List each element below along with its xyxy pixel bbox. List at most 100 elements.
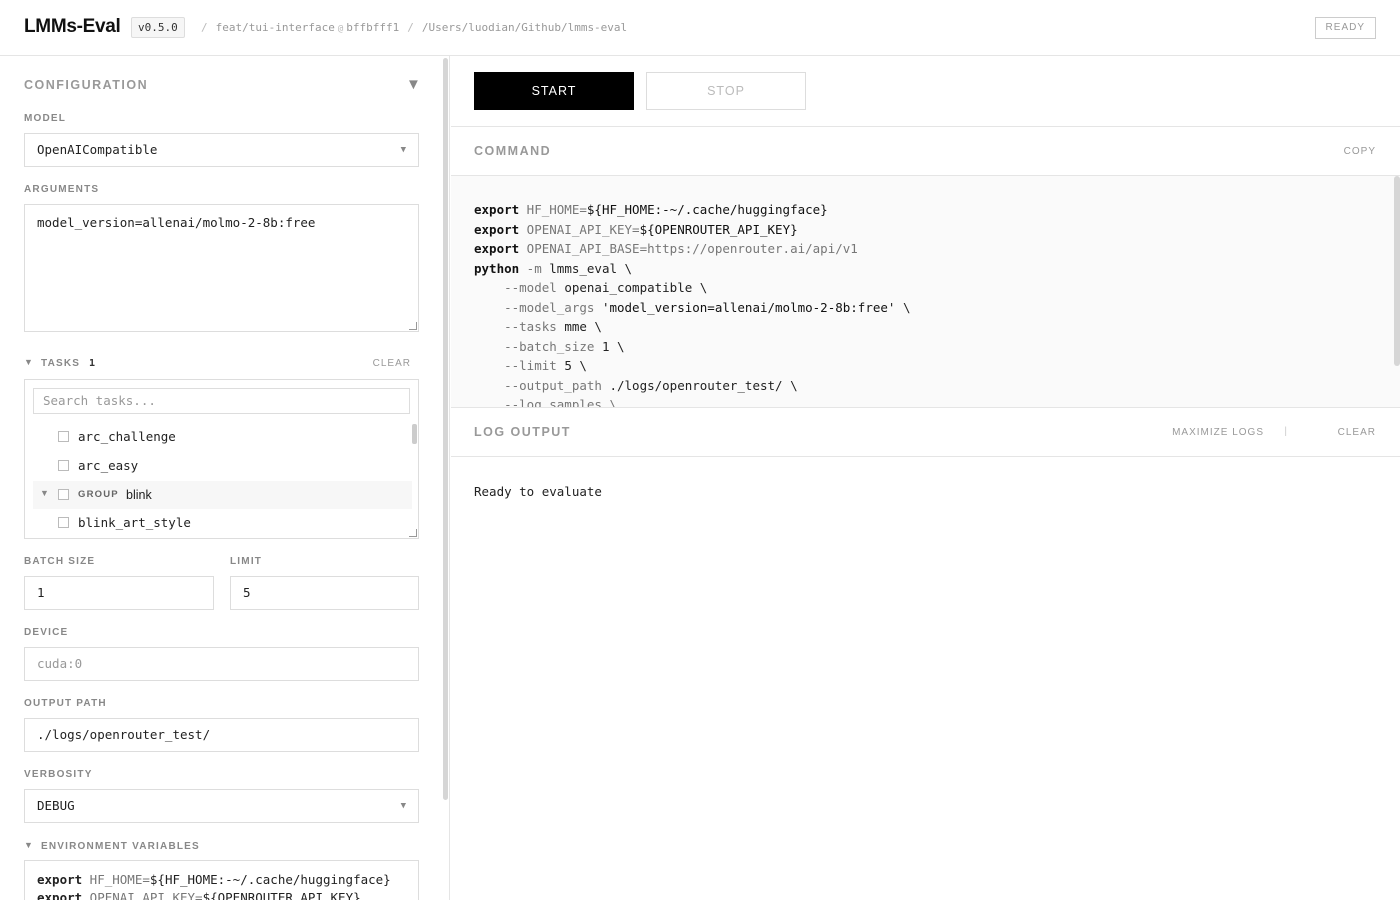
task-item[interactable]: arc_easy (33, 452, 412, 480)
code-text: --limit (474, 358, 565, 373)
commit-hash: bffbfff1 (346, 21, 400, 34)
code-text: HF_HOME= (519, 202, 587, 217)
code-value: ${HF_HOME:-~/.cache/huggingface} (586, 202, 828, 217)
env-collapse-icon[interactable]: ▼ (24, 840, 33, 850)
chevron-down-icon: ▼ (400, 145, 406, 155)
code-text: \ (895, 299, 911, 315)
code-text: --model (474, 280, 565, 295)
panel-scrollbar[interactable] (443, 58, 448, 800)
code-text: --batch_size (474, 338, 602, 354)
command-title: COMMAND (474, 144, 552, 158)
at-symbol: @ (337, 24, 344, 34)
resize-handle-icon[interactable] (409, 529, 417, 537)
divider (451, 126, 1400, 127)
group-expand-icon[interactable]: ▼ (40, 488, 49, 498)
log-output-text: Ready to evaluate (474, 484, 602, 499)
env-vars-textarea[interactable]: export HF_HOME=${HF_HOME:-~/.cache/huggi… (24, 860, 419, 900)
task-item[interactable]: blink_art_style (33, 509, 412, 537)
code-keyword: export (474, 221, 520, 237)
code-value: 5 \ (564, 358, 587, 373)
code-value: ./logs/openrouter_test/ \ (609, 377, 798, 393)
repo-path: /Users/luodian/Github/lmms-eval (421, 21, 628, 34)
task-name: arc_easy (78, 458, 139, 473)
device-input[interactable]: cuda:0 (24, 647, 419, 681)
main-panel: START STOP COMMAND COPY export HF_HOME=$… (451, 56, 1400, 900)
env-name: HF_HOME= (82, 872, 150, 887)
code-value: https://openrouter.ai/api/v1 (647, 241, 858, 256)
arguments-label: ARGUMENTS (24, 184, 100, 195)
code-text: --tasks (474, 319, 565, 334)
env-keyword: export (37, 872, 83, 887)
configuration-panel: CONFIGURATION ▼ MODEL OpenAICompatible ▼… (0, 56, 450, 900)
task-name: arc_challenge (78, 429, 176, 444)
env-value: ${OPENROUTER_API_KEY} (202, 890, 361, 900)
verbosity-select-value: DEBUG (37, 798, 75, 813)
breadcrumb: / feat/tui-interface @ bffbfff1 / /Users/luod… (193, 21, 627, 34)
code-value: 'model_version=allenai/molmo-2-8b:free' (601, 299, 896, 315)
code-value: ${OPENROUTER_API_KEY} (639, 221, 798, 237)
command-scrollbar[interactable] (1394, 176, 1400, 366)
tasks-collapse-icon[interactable]: ▼ (24, 357, 33, 367)
limit-input[interactable]: 5 (230, 576, 419, 610)
command-code: export HF_HOME=${HF_HOME:-~/.cache/huggi… (474, 200, 911, 407)
tasks-count: 1 (89, 358, 96, 369)
version-badge: v0.5.0 (131, 17, 185, 38)
task-checkbox[interactable] (58, 460, 69, 471)
env-vars-label: ENVIRONMENT VARIABLES (41, 841, 200, 852)
code-text: --model_args (474, 299, 602, 315)
code-value: mme \ (564, 319, 602, 334)
start-button[interactable]: START (474, 72, 634, 110)
output-path-input[interactable]: ./logs/openrouter_test/ (24, 718, 419, 752)
log-clear-button[interactable]: CLEAR (1338, 427, 1376, 438)
app-title: LMMs-Eval (24, 16, 121, 37)
task-checkbox[interactable] (58, 517, 69, 528)
task-group-item[interactable]: ▼ GROUP blink (33, 481, 412, 509)
status-badge: READY (1314, 17, 1376, 39)
task-item[interactable]: arc_challenge (33, 423, 412, 451)
batch-size-input[interactable]: 1 (24, 576, 214, 610)
limit-label: LIMIT (230, 556, 263, 567)
task-list-scrollbar[interactable] (412, 424, 417, 444)
env-name: OPENAI_API_KEY= (82, 890, 203, 900)
task-search-input[interactable]: Search tasks... (33, 388, 410, 414)
maximize-logs-button[interactable]: MAXIMIZE LOGS (1172, 427, 1264, 438)
env-keyword: export (37, 890, 83, 900)
task-checkbox[interactable] (58, 431, 69, 442)
tasks-clear-button[interactable]: CLEAR (373, 358, 411, 369)
arguments-value: model_version=allenai/molmo-2-8b:free (37, 215, 316, 230)
code-keyword: export (474, 241, 520, 256)
code-value: lmms_eval \ (549, 260, 633, 276)
model-label: MODEL (24, 113, 67, 124)
group-name: blink (126, 488, 152, 502)
task-name: blink_art_style (78, 515, 191, 530)
model-select-value: OpenAICompatible (37, 142, 158, 157)
task-checkbox[interactable] (58, 489, 69, 500)
breadcrumb-separator: / (201, 21, 208, 34)
copy-button[interactable]: COPY (1344, 146, 1376, 157)
verbosity-select[interactable]: DEBUG ▼ (24, 789, 419, 823)
resize-handle-icon[interactable] (409, 322, 417, 330)
code-text: OPENAI_API_BASE= (519, 241, 648, 256)
collapse-icon[interactable]: ▼ (406, 76, 421, 93)
log-output-title: LOG OUTPUT (474, 425, 571, 439)
stop-button[interactable]: STOP (646, 72, 806, 110)
arguments-textarea[interactable]: model_version=allenai/molmo-2-8b:free (24, 204, 419, 332)
tasks-label: TASKS (41, 358, 81, 369)
divider (451, 456, 1400, 457)
code-text: --output_path (474, 377, 610, 393)
code-keyword: export (474, 202, 520, 217)
code-text: -m (519, 260, 550, 276)
code-value: 1 \ (601, 338, 625, 354)
breadcrumb-separator: / (407, 21, 414, 34)
env-value: ${HF_HOME:-~/.cache/huggingface} (149, 872, 391, 887)
tasks-header: ▼ TASKS 1 CLEAR (24, 357, 419, 371)
model-select[interactable]: OpenAICompatible ▼ (24, 133, 419, 167)
command-preview: export HF_HOME=${HF_HOME:-~/.cache/huggi… (451, 176, 1400, 407)
action-divider: | (1284, 426, 1288, 437)
batch-size-label: BATCH SIZE (24, 556, 96, 567)
task-list: Search tasks... arc_challenge arc_easy ▼… (24, 379, 419, 539)
code-keyword: python (474, 260, 520, 276)
configuration-title: CONFIGURATION (24, 78, 149, 92)
branch-name: feat/tui-interface (215, 21, 335, 34)
verbosity-label: VERBOSITY (24, 769, 93, 780)
